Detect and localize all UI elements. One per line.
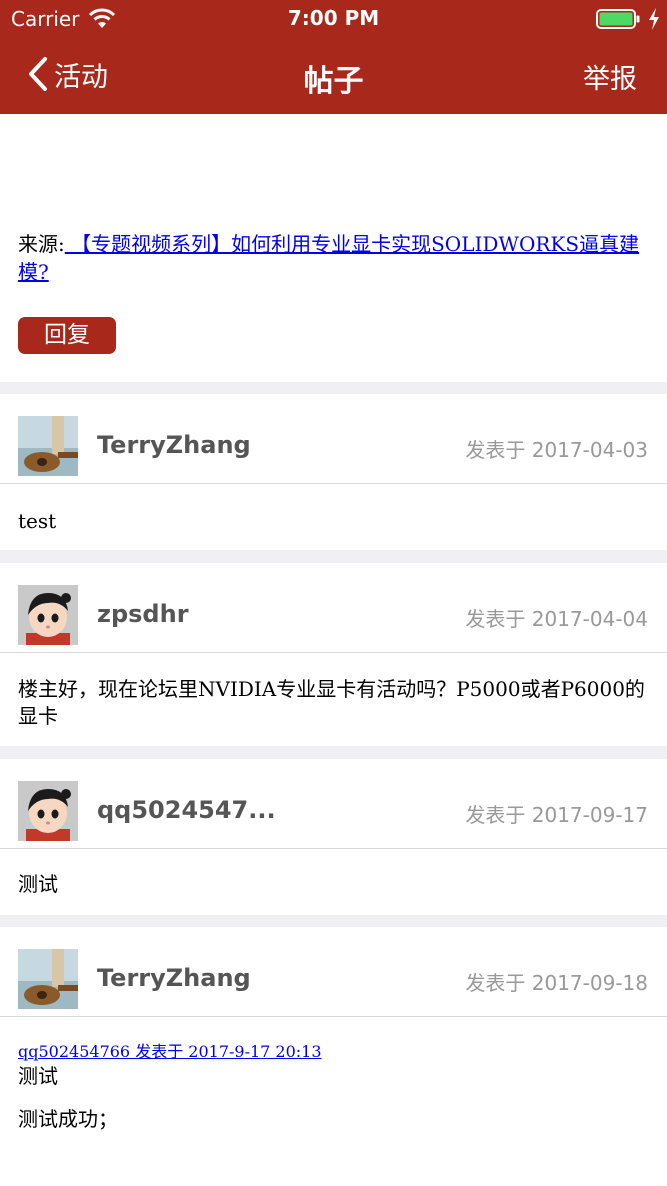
reply-button[interactable]: 回复 <box>18 317 116 354</box>
post-item: TerryZhang 发表于 2017-09-18 qq502454766 发表… <box>0 927 667 1186</box>
post-header: qq5024547... 发表于 2017-09-17 <box>0 759 667 849</box>
post-header: zpsdhr 发表于 2017-04-04 <box>0 563 667 653</box>
topic-source: 来源: 【专题视频系列】如何利用专业显卡实现SOLIDWORKS逼真建模? <box>18 230 648 286</box>
post-divider <box>0 915 667 927</box>
post-username[interactable]: TerryZhang <box>97 964 251 992</box>
report-button[interactable]: 举报 <box>583 57 637 96</box>
source-prefix: 来源: <box>18 232 65 256</box>
topic-section: 来源: 【专题视频系列】如何利用专业显卡实现SOLIDWORKS逼真建模? 回复 <box>0 114 667 382</box>
status-bar: Carrier 7:00 PM <box>0 0 667 38</box>
post-header: TerryZhang 发表于 2017-09-18 <box>0 927 667 1017</box>
nav-bar: 活动 帖子 举报 <box>0 38 667 114</box>
post-header: TerryZhang 发表于 2017-04-03 <box>0 394 667 484</box>
avatar[interactable] <box>18 416 78 476</box>
post-body: 楼主好，现在论坛里NVIDIA专业显卡有活动吗？P5000或者P6000的显卡 <box>18 677 645 728</box>
post-divider <box>0 550 667 563</box>
section-divider <box>0 382 667 394</box>
quote-text: 测试 <box>18 1064 58 1088</box>
post-divider <box>0 746 667 759</box>
source-link[interactable]: 【专题视频系列】如何利用专业显卡实现SOLIDWORKS逼真建模? <box>18 232 639 284</box>
post-body: test <box>18 509 57 533</box>
post-body-container: qq502454766 发表于 2017-9-17 20:13 测试 测试成功； <box>18 1041 648 1133</box>
avatar[interactable] <box>18 781 78 841</box>
avatar[interactable] <box>18 949 78 1009</box>
post-date: 发表于 2017-04-03 <box>465 438 648 462</box>
post-body: 测试 <box>18 872 58 896</box>
post-body: 测试成功； <box>18 1107 118 1131</box>
post-item: TerryZhang 发表于 2017-04-03 test <box>0 394 667 550</box>
post-date: 发表于 2017-09-17 <box>465 803 648 827</box>
charging-bolt-icon <box>649 8 659 30</box>
battery-icon <box>596 9 640 29</box>
status-time: 7:00 PM <box>287 6 380 30</box>
post-item: qq5024547... 发表于 2017-09-17 测试 <box>0 759 667 915</box>
post-date: 发表于 2017-09-18 <box>465 971 648 995</box>
page-title: 帖子 <box>303 64 364 99</box>
post-item: zpsdhr 发表于 2017-04-04 楼主好，现在论坛里NVIDIA专业显… <box>0 563 667 746</box>
post-username[interactable]: qq5024547... <box>97 796 276 824</box>
post-username[interactable]: zpsdhr <box>97 600 189 628</box>
post-date: 发表于 2017-04-04 <box>465 607 648 631</box>
post-username[interactable]: TerryZhang <box>97 431 251 459</box>
avatar[interactable] <box>18 585 78 645</box>
quote-link[interactable]: qq502454766 发表于 2017-9-17 20:13 <box>18 1041 648 1063</box>
app-header: Carrier 7:00 PM 活动 帖子 举报 <box>0 0 667 114</box>
